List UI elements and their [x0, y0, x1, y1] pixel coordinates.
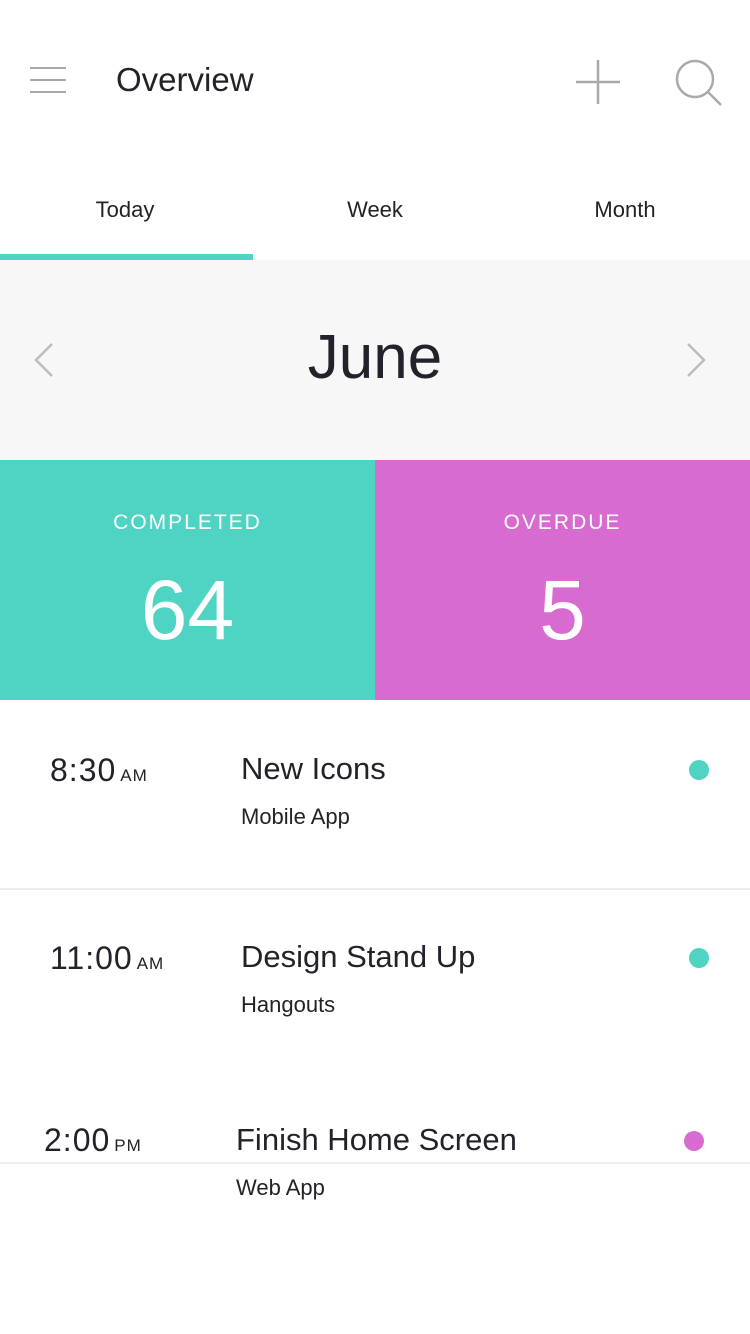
- plus-icon[interactable]: [574, 58, 622, 106]
- event-title: Finish Home Screen: [236, 1122, 517, 1157]
- completed-label: COMPLETED: [113, 511, 262, 534]
- menu-icon[interactable]: [28, 58, 68, 102]
- event-subtitle: Web App: [236, 1175, 325, 1200]
- event-subtitle: Mobile App: [241, 804, 350, 829]
- event-title: Design Stand Up: [241, 939, 476, 974]
- view-tabs: Today Week Month: [0, 160, 750, 260]
- search-icon[interactable]: [674, 58, 724, 108]
- event-time: 11:00 AM: [50, 940, 165, 976]
- completed-stat[interactable]: COMPLETED 64: [0, 460, 375, 700]
- app-header: Overview: [0, 0, 750, 160]
- event-ampm: AM: [136, 954, 165, 973]
- month-panel: June: [0, 260, 750, 460]
- divider: [0, 1162, 750, 1164]
- page-title: Overview: [116, 61, 254, 98]
- list-item[interactable]: 8:30 AM New Icons Mobile App: [0, 700, 750, 890]
- chevron-right-icon[interactable]: [680, 340, 710, 380]
- status-dot: [689, 948, 709, 968]
- event-ampm: AM: [120, 766, 148, 785]
- event-time: 8:30 AM: [50, 752, 148, 788]
- overdue-stat[interactable]: OVERDUE 5: [375, 460, 750, 700]
- overdue-count: 5: [539, 563, 586, 657]
- status-dot: [689, 760, 709, 780]
- month-title: June: [307, 323, 443, 392]
- completed-count: 64: [140, 563, 235, 657]
- event-time: 2:00 PM: [44, 1122, 142, 1158]
- event-subtitle: Hangouts: [241, 992, 336, 1017]
- list-item[interactable]: 2:00 PM Finish Home Screen Web App: [0, 1072, 750, 1222]
- tab-week[interactable]: Week: [250, 160, 500, 260]
- tab-month[interactable]: Month: [500, 160, 750, 260]
- overdue-label: OVERDUE: [503, 511, 622, 534]
- status-dot: [684, 1131, 704, 1151]
- event-ampm: PM: [114, 1136, 142, 1155]
- schedule-list: 8:30 AM New Icons Mobile App 11:00 AM Desi…: [0, 700, 750, 1334]
- event-title: New Icons: [241, 751, 386, 786]
- tab-today[interactable]: Today: [0, 160, 250, 260]
